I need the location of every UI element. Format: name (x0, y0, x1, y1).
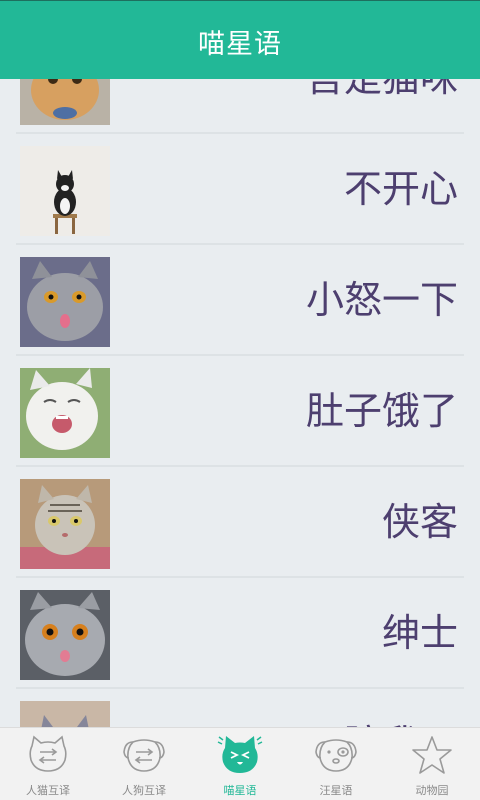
tab-label: 汪星语 (319, 784, 353, 797)
tab-dog-translate[interactable]: 人狗互译 (96, 728, 192, 800)
cat-orange-icon (20, 79, 110, 125)
list-item-label: 陪我玩 (344, 689, 458, 727)
list-item[interactable]: 小怒一下 (0, 245, 480, 356)
list-item-label: 肚子饿了 (305, 389, 458, 433)
list-item[interactable]: 陪我玩 (0, 689, 480, 727)
cat-swap-icon (29, 735, 67, 772)
list-item-label: 绅士 (381, 611, 458, 655)
tab-cat-language[interactable]: 喵星语 (192, 728, 288, 800)
list-item[interactable]: 肚子饿了 (0, 356, 480, 467)
list-item[interactable]: 侠客 (0, 467, 480, 578)
cat-tabby-icon (20, 479, 110, 569)
cat-face-icon (217, 736, 263, 773)
page-title: 喵星语 (198, 28, 282, 60)
tab-label: 人狗互译 (122, 784, 166, 797)
bottom-tab-bar: 人猫互译 人狗互译 喵星语 汪星语 动物园 (0, 727, 480, 800)
tab-label: 喵星语 (223, 784, 257, 797)
tab-zoo[interactable]: 动物园 (384, 728, 480, 800)
list-item-label: 侠客 (381, 500, 458, 544)
list-item[interactable]: 绅士 (0, 578, 480, 689)
cat-tuxedo-icon (20, 146, 110, 236)
cat-white-yawn-icon (20, 368, 110, 458)
list-item[interactable]: 吾是猫咪 (0, 79, 480, 134)
tab-dog-language[interactable]: 汪星语 (288, 728, 384, 800)
tab-label: 人猫互译 (26, 784, 70, 797)
app-header: 喵星语 (0, 0, 480, 79)
list-item-label: 吾是猫咪 (306, 79, 458, 134)
list-item-label: 小怒一下 (305, 278, 458, 322)
phrase-list[interactable]: 吾是猫咪 不开心 小怒一下 肚子饿了 侠客 (0, 79, 480, 727)
list-item[interactable]: 不开心 (0, 134, 480, 245)
cat-gray-tongue-icon (20, 257, 110, 347)
tab-label: 动物园 (415, 784, 449, 797)
tab-cat-translate[interactable]: 人猫互译 (0, 728, 96, 800)
cat-gray-face-icon (20, 590, 110, 680)
cat-gray-small-icon (20, 701, 110, 727)
list-item-label: 不开心 (343, 167, 458, 211)
dog-face-icon (315, 739, 357, 772)
dog-swap-icon (123, 739, 165, 772)
star-icon (412, 736, 452, 774)
